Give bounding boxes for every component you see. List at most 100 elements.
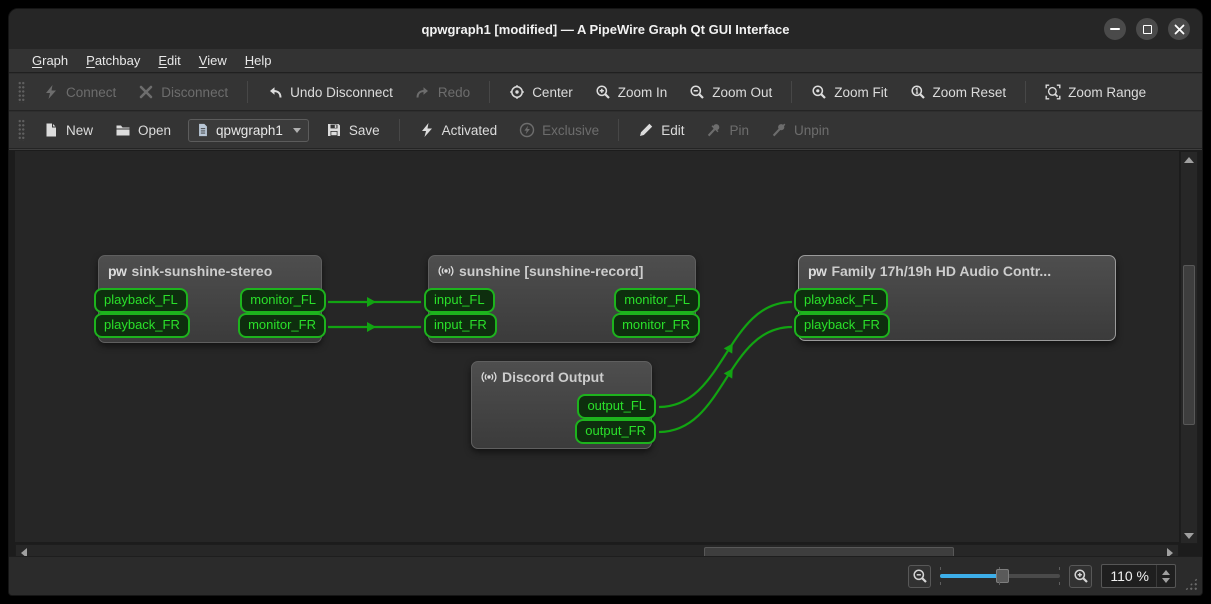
- node-sunshine[interactable]: sunshine [sunshine-record] input_FL inpu…: [424, 255, 700, 343]
- zoom-out-button[interactable]: Zoom Out: [678, 79, 783, 105]
- port-monitor_FR[interactable]: monitor_FR: [238, 313, 326, 338]
- canvas-frame: pw sink-sunshine-stereo playback_FL playb…: [9, 149, 1202, 561]
- disconnect-button[interactable]: Disconnect: [127, 79, 239, 105]
- save-icon: [326, 122, 342, 138]
- new-file-icon: [43, 122, 59, 138]
- toolbar-drag-handle[interactable]: [18, 119, 25, 141]
- connect-button[interactable]: Connect: [32, 79, 127, 105]
- connect-icon: [43, 84, 59, 100]
- toolbar-separator: [489, 81, 491, 103]
- pin-button[interactable]: Pin: [695, 117, 760, 143]
- title-bar[interactable]: qpwgraph1 [modified] — A PipeWire Graph …: [9, 9, 1202, 49]
- chevron-down-icon: [292, 127, 301, 133]
- zoom-in-icon: [595, 84, 611, 100]
- zoom-out-icon: [689, 84, 705, 100]
- arrow-up-icon: [1184, 156, 1194, 163]
- zoom-fit-button[interactable]: Zoom Fit: [800, 79, 898, 105]
- port-playback_FL[interactable]: playback_FL: [794, 288, 888, 313]
- menu-help[interactable]: Help: [236, 51, 281, 70]
- wire-arrow-icon: [723, 343, 733, 354]
- port-playback_FL[interactable]: playback_FL: [94, 288, 188, 313]
- resize-grip[interactable]: [1184, 577, 1198, 591]
- redo-button[interactable]: Redo: [404, 79, 481, 105]
- spinbox-arrows[interactable]: [1156, 565, 1175, 587]
- node-discord-output[interactable]: Discord Output output_FL output_FR: [471, 361, 656, 449]
- statusbar-zoom-in-button[interactable]: [1069, 564, 1093, 588]
- edit-button[interactable]: Edit: [627, 117, 695, 143]
- zoom-slider[interactable]: [940, 566, 1061, 586]
- stream-icon: [481, 369, 497, 385]
- pipewire-icon: pw: [108, 263, 127, 279]
- pin-icon: [706, 122, 722, 138]
- toolbar-separator: [398, 119, 400, 141]
- disconnect-icon: [138, 84, 154, 100]
- vertical-scrollbar-thumb[interactable]: [1183, 265, 1195, 425]
- scroll-up-button[interactable]: [1181, 152, 1197, 167]
- statusbar-zoom-out-button[interactable]: [908, 564, 932, 588]
- menu-graph[interactable]: Graph: [23, 51, 77, 70]
- node-title: sunshine [sunshine-record]: [459, 263, 644, 279]
- wire-arrow-icon: [367, 322, 376, 332]
- menu-patchbay[interactable]: Patchbay: [77, 51, 149, 70]
- activated-button[interactable]: Activated: [408, 117, 509, 143]
- zoom-in-button[interactable]: Zoom In: [584, 79, 679, 105]
- port-output_FR[interactable]: output_FR: [575, 419, 656, 444]
- port-monitor_FR[interactable]: monitor_FR: [612, 313, 700, 338]
- toolbar-drag-handle[interactable]: [18, 81, 25, 103]
- toolbar-separator: [618, 119, 620, 141]
- open-button[interactable]: Open: [104, 117, 182, 143]
- connection-layer: [328, 297, 793, 434]
- patchbay-combobox-value: qpwgraph1: [216, 122, 283, 138]
- center-button[interactable]: Center: [498, 79, 584, 105]
- zoom-slider-fill: [940, 574, 1003, 578]
- pipewire-icon: pw: [808, 263, 827, 279]
- wire-arrow-icon: [723, 368, 733, 379]
- spin-down-icon: [1162, 577, 1170, 583]
- unpin-button[interactable]: Unpin: [760, 117, 840, 143]
- vertical-scrollbar[interactable]: [1180, 151, 1198, 544]
- port-input_FL[interactable]: input_FL: [424, 288, 495, 313]
- menu-view[interactable]: View: [190, 51, 236, 70]
- menu-edit[interactable]: Edit: [149, 51, 189, 70]
- node-title: Discord Output: [502, 369, 604, 385]
- toolbar-separator: [1025, 81, 1027, 103]
- port-monitor_FL[interactable]: monitor_FL: [614, 288, 700, 313]
- port-input_FR[interactable]: input_FR: [424, 313, 497, 338]
- save-button[interactable]: Save: [315, 117, 391, 143]
- maximize-button[interactable]: [1136, 18, 1158, 40]
- node-title: Family 17h/19h HD Audio Contr...: [831, 263, 1052, 279]
- zoom-out-icon: [912, 568, 928, 584]
- patchbay-combobox[interactable]: qpwgraph1: [188, 118, 309, 142]
- exclusive-button[interactable]: Exclusive: [508, 117, 610, 143]
- center-icon: [509, 84, 525, 100]
- scroll-down-button[interactable]: [1181, 528, 1197, 543]
- pencil-icon: [638, 122, 654, 138]
- new-button[interactable]: New: [32, 117, 104, 143]
- minimize-button[interactable]: [1104, 18, 1126, 40]
- redo-icon: [415, 84, 431, 100]
- port-playback_FR[interactable]: playback_FR: [794, 313, 890, 338]
- zoom-range-button[interactable]: Zoom Range: [1034, 79, 1157, 105]
- maximize-icon: [1142, 24, 1152, 34]
- port-playback_FR[interactable]: playback_FR: [94, 313, 190, 338]
- exclusive-bolt-icon: [519, 122, 535, 138]
- zoom-reset-icon: [910, 84, 926, 100]
- app-window: qpwgraph1 [modified] — A PipeWire Graph …: [8, 8, 1203, 596]
- node-family-audio-controller[interactable]: pw Family 17h/19h HD Audio Contr... playb…: [794, 255, 1116, 341]
- undo-button[interactable]: Undo Disconnect: [256, 79, 404, 105]
- node-sink-sunshine-stereo[interactable]: pw sink-sunshine-stereo playback_FL playb…: [94, 255, 326, 343]
- activated-bolt-icon: [419, 122, 435, 138]
- spin-up-icon: [1162, 569, 1170, 575]
- zoom-slider-handle[interactable]: [996, 569, 1010, 583]
- patchbay-toolbar: New Open qpwgraph1 Save Activated Exclus…: [9, 112, 1202, 149]
- zoom-value: 110 %: [1110, 568, 1149, 584]
- close-button[interactable]: [1168, 18, 1190, 40]
- zoom-reset-button[interactable]: Zoom Reset: [899, 79, 1018, 105]
- undo-icon: [267, 84, 283, 100]
- close-icon: [1174, 24, 1184, 34]
- toolbar-separator: [247, 81, 249, 103]
- graph-canvas[interactable]: pw sink-sunshine-stereo playback_FL playb…: [15, 151, 1179, 542]
- zoom-spinbox[interactable]: 110 %: [1101, 564, 1176, 588]
- port-monitor_FL[interactable]: monitor_FL: [240, 288, 326, 313]
- port-output_FL[interactable]: output_FL: [577, 394, 656, 419]
